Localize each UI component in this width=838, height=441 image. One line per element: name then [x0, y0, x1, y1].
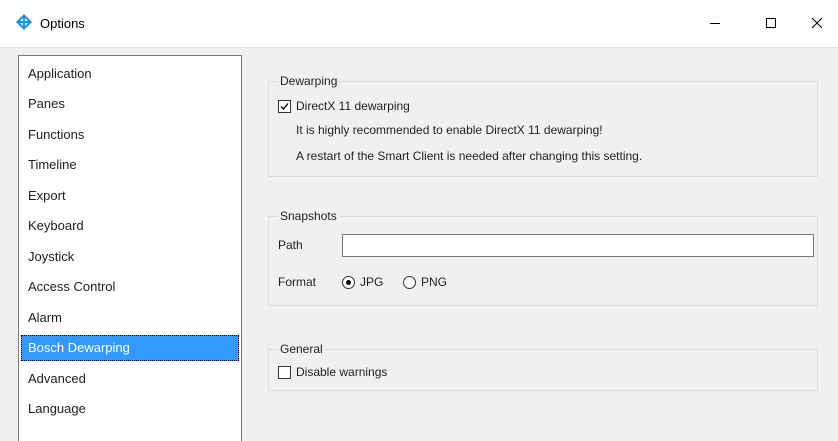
maximize-button[interactable]: [748, 0, 794, 48]
dewarping-restart-note: A restart of the Smart Client is needed …: [296, 149, 643, 163]
sidebar-item-application[interactable]: Application: [21, 61, 239, 87]
sidebar-item-timeline[interactable]: Timeline: [21, 152, 239, 178]
snapshots-group: Snapshots Path Format JPG PNG: [268, 209, 818, 306]
sidebar-item-bosch-dewarping[interactable]: Bosch Dewarping: [21, 335, 239, 361]
directx-dewarping-label[interactable]: DirectX 11 dewarping: [296, 99, 410, 113]
snapshots-group-title: Snapshots: [278, 209, 339, 223]
options-diamond-icon: [16, 14, 32, 30]
dewarping-group: Dewarping DirectX 11 dewarping It is hig…: [268, 74, 818, 177]
options-category-list[interactable]: Application Panes Functions Timeline Exp…: [18, 55, 242, 441]
disable-warnings-checkbox[interactable]: [278, 366, 291, 379]
snapshot-path-input[interactable]: [342, 234, 814, 257]
sidebar-item-functions[interactable]: Functions: [21, 122, 239, 148]
general-group-title: General: [278, 342, 325, 356]
minimize-icon: [709, 17, 721, 32]
format-png-label[interactable]: PNG: [421, 275, 447, 289]
general-group: General Disable warnings: [268, 342, 818, 391]
sidebar-item-alarm[interactable]: Alarm: [21, 305, 239, 331]
format-jpg-label[interactable]: JPG: [360, 275, 383, 289]
title-bar: Options: [0, 0, 838, 48]
sidebar-item-advanced[interactable]: Advanced: [21, 366, 239, 392]
disable-warnings-label[interactable]: Disable warnings: [296, 365, 387, 379]
sidebar-item-keyboard[interactable]: Keyboard: [21, 213, 239, 239]
sidebar-item-export[interactable]: Export: [21, 183, 239, 209]
sidebar-item-access-control[interactable]: Access Control: [21, 274, 239, 300]
maximize-icon: [765, 17, 777, 32]
dewarping-group-title: Dewarping: [278, 74, 340, 88]
dewarping-recommendation-note: It is highly recommended to enable Direc…: [296, 123, 603, 137]
sidebar-item-panes[interactable]: Panes: [21, 91, 239, 117]
format-label: Format: [278, 275, 317, 289]
path-label: Path: [278, 238, 303, 252]
format-jpg-radio[interactable]: [342, 276, 355, 289]
minimize-button[interactable]: [692, 0, 738, 48]
checkmark-icon: [280, 103, 289, 110]
sidebar-item-language[interactable]: Language: [21, 396, 239, 422]
format-png-radio[interactable]: [403, 276, 416, 289]
sidebar-item-joystick[interactable]: Joystick: [21, 244, 239, 270]
window-title: Options: [40, 16, 85, 31]
close-button[interactable]: [794, 0, 838, 48]
close-icon: [811, 17, 823, 32]
directx-dewarping-checkbox[interactable]: [278, 100, 291, 113]
